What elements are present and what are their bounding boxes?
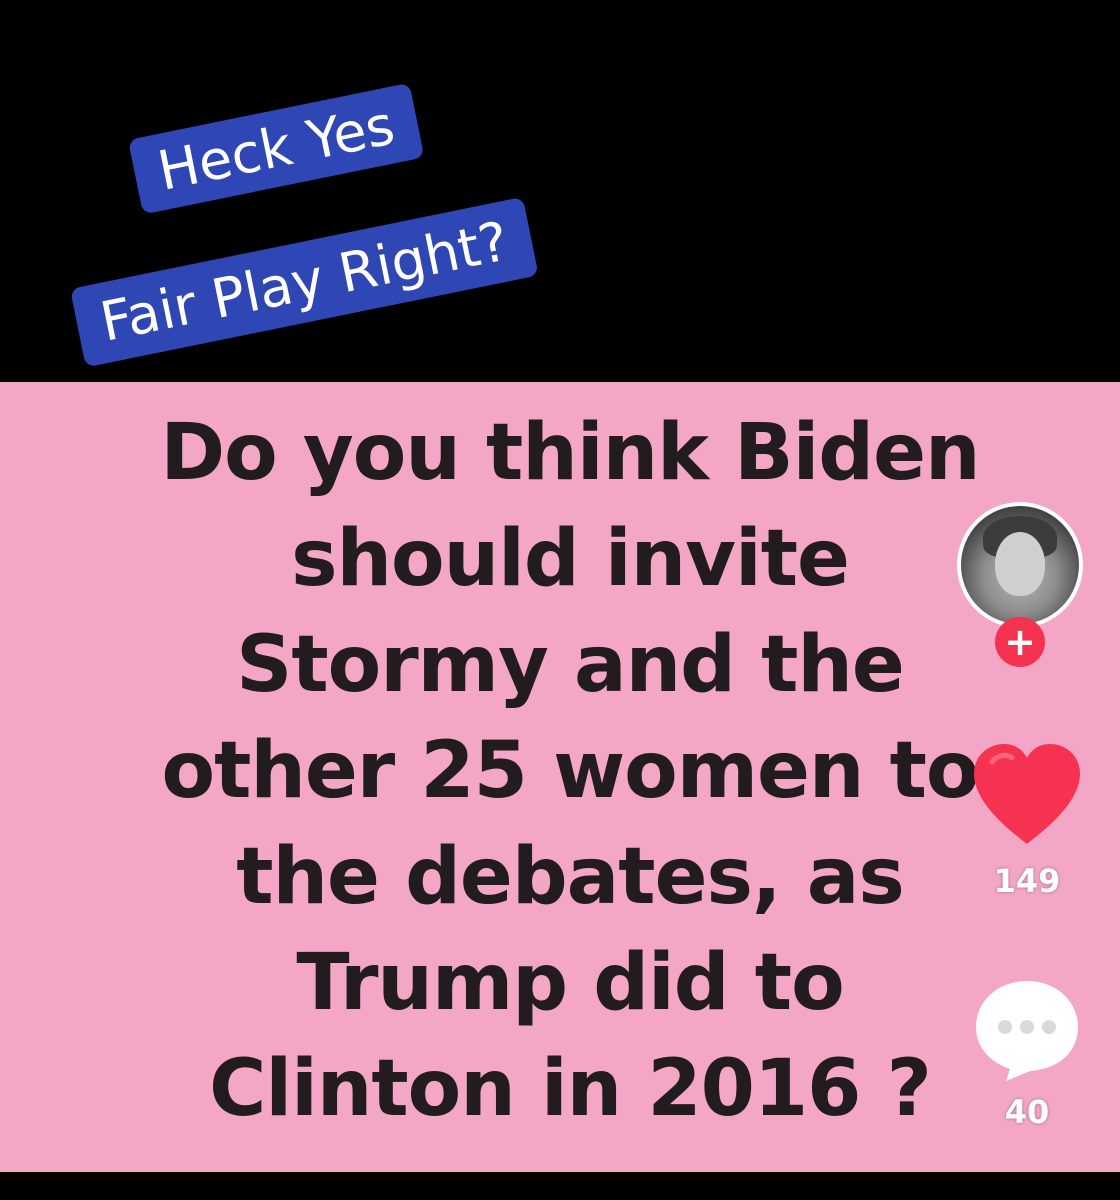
question-line: other 25 women to [161,726,979,816]
video-screen: Do you think Biden should invite Stormy … [0,0,1120,1200]
question-line: should invite [291,514,850,604]
comment-count: 40 [1004,1093,1050,1131]
avatar [957,502,1083,628]
follow-button[interactable]: + [995,617,1045,667]
avatar-face-shape [995,532,1045,596]
question-line: the debates, as [236,832,905,922]
bottom-background [0,1172,1120,1200]
comment-button[interactable] [970,975,1084,1085]
creator-avatar-button[interactable] [957,502,1083,628]
speech-bubble-icon [976,981,1078,1081]
like-count: 149 [993,862,1061,900]
plus-icon: + [1004,620,1036,664]
like-button[interactable] [968,740,1086,850]
question-line: Trump did to [296,938,844,1028]
question-line: Stormy and the [236,620,905,710]
question-text: Do you think Biden should invite Stormy … [30,400,1110,1142]
heart-icon [974,744,1080,844]
question-line: Clinton in 2016 ? [209,1044,932,1134]
question-line: Do you think Biden [160,408,980,498]
